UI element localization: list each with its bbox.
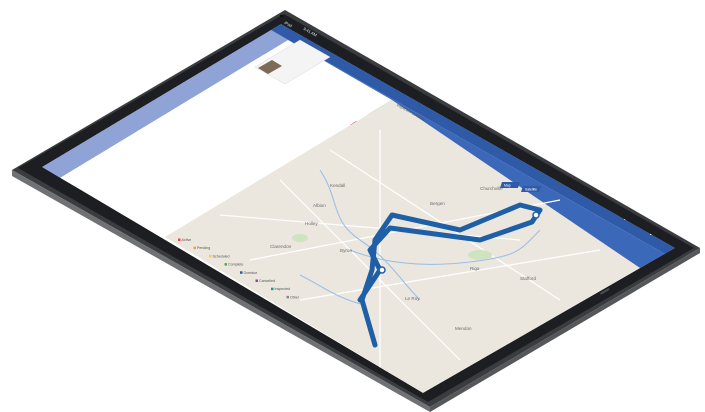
legend-swatch [240,271,243,274]
map-label: Byron [340,248,352,253]
legend-label: Other [290,295,300,299]
map-label: Albion [313,203,326,208]
legend-label: Overdue [244,271,258,275]
map-type-button-label: Map [504,184,511,188]
legend-label: Active [182,238,192,242]
legend-swatch [178,238,181,241]
legend-swatch [286,295,289,299]
map-label: Riga [470,266,480,271]
map-label: Churchville [480,186,503,191]
map-label: Clarendon [270,244,292,249]
map-type-button-label: Satellite [525,188,537,192]
legend-label: Complete [228,263,243,267]
map-label: Bergen [430,201,445,206]
tablet-device: Albion Kendall Holley Clarendon Byron Bergen C… [12,10,700,412]
list-toolbar-icons [150,11,155,18]
map-label: Kendall [330,183,345,188]
tablet-screen: Albion Kendall Holley Clarendon Byron Bergen C… [42,11,675,393]
map-label: Mendon [455,326,472,331]
legend-swatch [271,287,274,291]
map-label: Holley [305,221,318,226]
legend-swatch [224,263,227,266]
legend-swatch [209,254,212,258]
legend-swatch [193,246,196,250]
camera-dot [280,15,283,17]
legend-label: Pending [197,246,210,250]
route-start-marker[interactable] [532,211,540,219]
route-stop-marker[interactable] [378,266,386,274]
legend-label: Inspected [275,287,291,291]
legend-swatch [255,279,258,282]
legend-label: Cancelled [259,279,275,283]
map-label: Stafford [520,276,536,281]
map-label: Le Roy [405,296,420,301]
legend-label: Scheduled [213,254,230,258]
